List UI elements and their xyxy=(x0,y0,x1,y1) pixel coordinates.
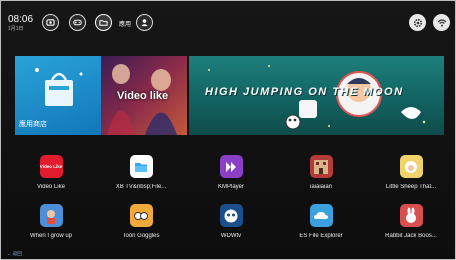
building-icon xyxy=(314,159,328,174)
moon-banner-title: HIGH JUMPING ON THE MOON xyxy=(205,86,404,98)
play-icon xyxy=(226,161,236,172)
app-name: Little Sheep That... xyxy=(385,184,437,190)
app-store-banner[interactable]: 應用商店 xyxy=(15,56,101,135)
tab-profile[interactable] xyxy=(136,14,153,31)
app-rabbit-jack[interactable]: Rabbit Jack Boos... xyxy=(367,204,455,239)
sheep-icon xyxy=(405,160,417,173)
app-name: WDWtv xyxy=(220,233,242,239)
app-xb-tv-file[interactable]: XB TV&nbsp;File... xyxy=(97,155,185,190)
cloud-folder-icon xyxy=(314,211,328,219)
goggles-icon xyxy=(134,211,148,220)
folder-icon xyxy=(99,20,108,26)
rabbit-jack-icon xyxy=(399,204,423,227)
active-tab-label: 應用 xyxy=(119,22,132,28)
video-like-icon: Video Like xyxy=(39,155,63,178)
app-name: Video Like xyxy=(37,184,65,190)
app-little-sheep[interactable]: Little Sheep That... xyxy=(367,155,455,190)
child-icon xyxy=(47,209,55,224)
app-video-like[interactable]: Video Like Video Like xyxy=(7,155,95,190)
network-icon xyxy=(437,18,446,27)
app-name: Rabbit Jack Boos... xyxy=(385,233,437,239)
app-store-label: 應用商店 xyxy=(19,121,47,128)
tab-apps[interactable] xyxy=(95,14,112,31)
video-like-banner-label: Video like xyxy=(117,90,169,102)
back-hint[interactable]: ← 返回 xyxy=(7,251,22,257)
app-when-i-grow-up[interactable]: When I grow up xyxy=(7,204,95,239)
rabbit-icon xyxy=(406,207,416,223)
es-file-explorer-icon xyxy=(309,204,333,227)
network-button[interactable] xyxy=(433,14,450,31)
clock: 08:06 1月1日 xyxy=(8,15,33,32)
app-name: XB TV&nbsp;File... xyxy=(115,184,167,190)
app-name: KMPlayer xyxy=(217,184,244,190)
kmplayer-icon xyxy=(219,155,243,178)
tv-character-icon xyxy=(224,209,238,222)
tab-games[interactable] xyxy=(69,14,86,31)
when-i-grow-up-icon xyxy=(39,204,63,227)
app-name: When I grow up xyxy=(29,233,73,239)
app-iaiaiaian[interactable]: iaiaiaian xyxy=(277,155,365,190)
iaiaiaian-icon xyxy=(309,155,333,178)
clock-time: 08:06 xyxy=(8,14,34,25)
app-es-file-explorer[interactable]: ES File Explorer xyxy=(277,204,365,239)
video-like-icon-text: Video Like xyxy=(39,164,63,169)
gamepad-icon xyxy=(73,19,82,26)
toon-goggles-icon xyxy=(129,204,153,227)
little-sheep-icon xyxy=(399,155,423,178)
video-icon xyxy=(46,19,55,26)
clock-date: 1月1日 xyxy=(8,26,24,32)
file-manager-icon xyxy=(129,155,153,178)
user-icon xyxy=(141,19,148,27)
app-name: iaiaiaian xyxy=(309,184,333,190)
video-like-banner[interactable]: Video like xyxy=(101,56,187,135)
tab-video[interactable] xyxy=(42,14,59,31)
app-name: ES File Explorer xyxy=(299,233,343,239)
gear-icon xyxy=(413,18,422,27)
app-toon-goggles[interactable]: Toon Goggles xyxy=(97,204,185,239)
app-kmplayer[interactable]: KMPlayer xyxy=(187,155,275,190)
moon-banner[interactable]: HIGH JUMPING ON THE MOON xyxy=(189,56,444,135)
wdwtv-icon xyxy=(219,204,243,227)
launcher-screen: 08:06 1月1日 應用 應用商店 Video like HIGH JUMPI… xyxy=(0,0,456,260)
app-name: Toon Goggles xyxy=(122,233,160,239)
app-wdwtv[interactable]: WDWtv xyxy=(187,204,275,239)
settings-button[interactable] xyxy=(409,14,426,31)
folder-icon xyxy=(135,162,147,172)
